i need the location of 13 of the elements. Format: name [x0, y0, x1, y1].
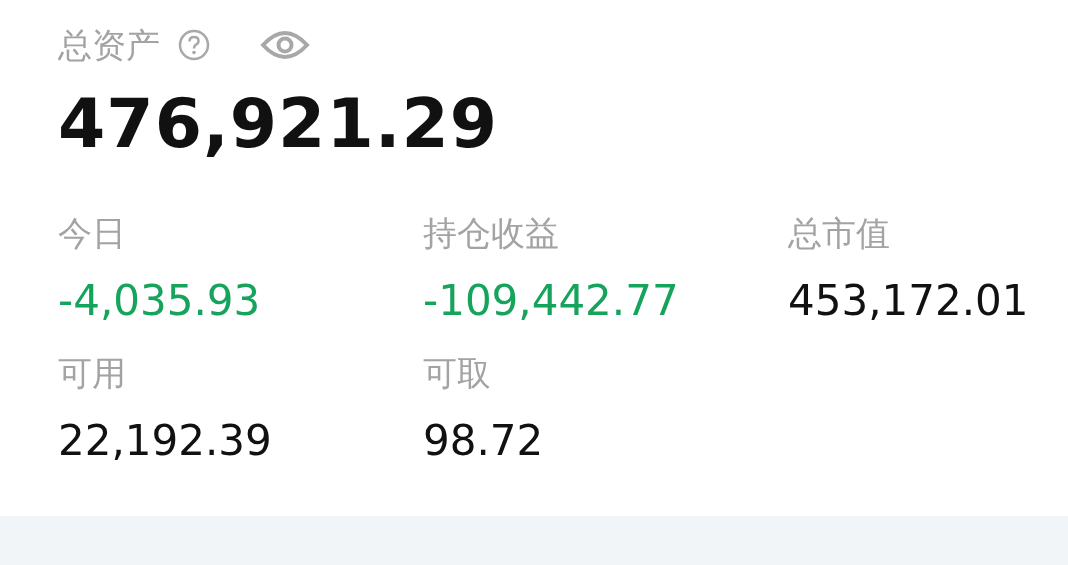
stat-label: 可用: [58, 356, 126, 390]
total-assets-value: 476,921.29: [58, 90, 500, 158]
total-assets-label: 总资产: [58, 28, 160, 62]
stat-value: -109,442.77: [423, 280, 679, 322]
stat-label: 今日: [58, 216, 126, 250]
stat-value: 98.72: [423, 420, 544, 462]
stat-value: 453,172.01: [788, 280, 1029, 322]
stat-label: 可取: [423, 356, 491, 390]
help-icon[interactable]: [178, 29, 210, 61]
stat-label: 总市值: [788, 216, 890, 250]
stat-value: 22,192.39: [58, 420, 272, 462]
stat-label: 持仓收益: [423, 216, 559, 250]
stat-value: -4,035.93: [58, 280, 261, 322]
